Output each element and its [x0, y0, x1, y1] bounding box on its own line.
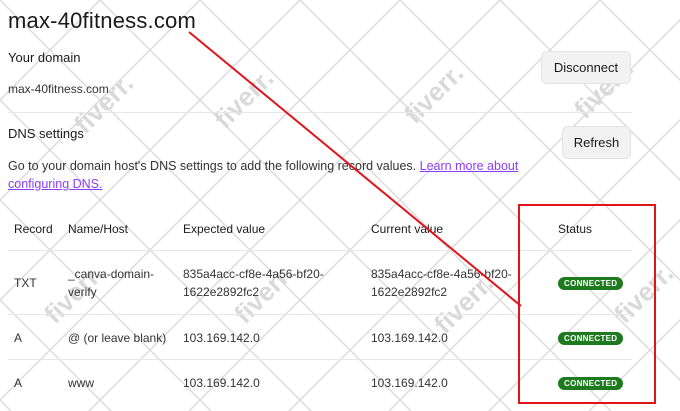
expected-value: 103.169.142.0: [183, 331, 260, 345]
name-host: verify: [68, 285, 97, 299]
record-type: TXT: [14, 276, 37, 290]
annotation-highlight-box: [518, 204, 656, 404]
name-host: _canva-domain-: [68, 267, 155, 281]
page-title: max-40fitness.com: [8, 8, 197, 33]
column-header-record: Record: [14, 222, 53, 236]
dns-description: Go to your domain host's DNS settings to…: [8, 157, 548, 193]
dns-settings-heading: DNS settings: [8, 126, 84, 141]
record-type: A: [14, 331, 23, 345]
watermark-text: fiverr.: [208, 63, 279, 134]
dns-description-text: Go to your domain host's DNS settings to…: [8, 159, 417, 173]
column-header-name: Name/Host: [68, 222, 129, 236]
record-type: A: [14, 376, 23, 390]
expected-value: 1622e2892fc2: [183, 285, 260, 299]
current-value: 103.169.142.0: [371, 376, 448, 390]
name-host: www: [68, 376, 94, 390]
column-header-expected: Expected value: [183, 222, 266, 236]
name-host: @ (or leave blank): [68, 331, 167, 345]
current-value: 1622e2892fc2: [371, 285, 448, 299]
watermark-text: fiverr.: [398, 58, 469, 129]
column-header-current: Current value: [371, 222, 444, 236]
current-value: 835a4acc-cf8e-4a56-bf20-: [371, 267, 512, 281]
your-domain-heading: Your domain: [8, 50, 81, 65]
watermark-line: [99, 0, 512, 411]
domain-value: max-40fitness.com: [8, 82, 109, 96]
divider: [8, 112, 632, 113]
refresh-button[interactable]: Refresh: [562, 126, 631, 159]
expected-value: 103.169.142.0: [183, 376, 260, 390]
expected-value: 835a4acc-cf8e-4a56-bf20-: [183, 267, 324, 281]
disconnect-button[interactable]: Disconnect: [541, 51, 631, 84]
watermark-line: [88, 0, 501, 411]
current-value: 103.169.142.0: [371, 331, 448, 345]
